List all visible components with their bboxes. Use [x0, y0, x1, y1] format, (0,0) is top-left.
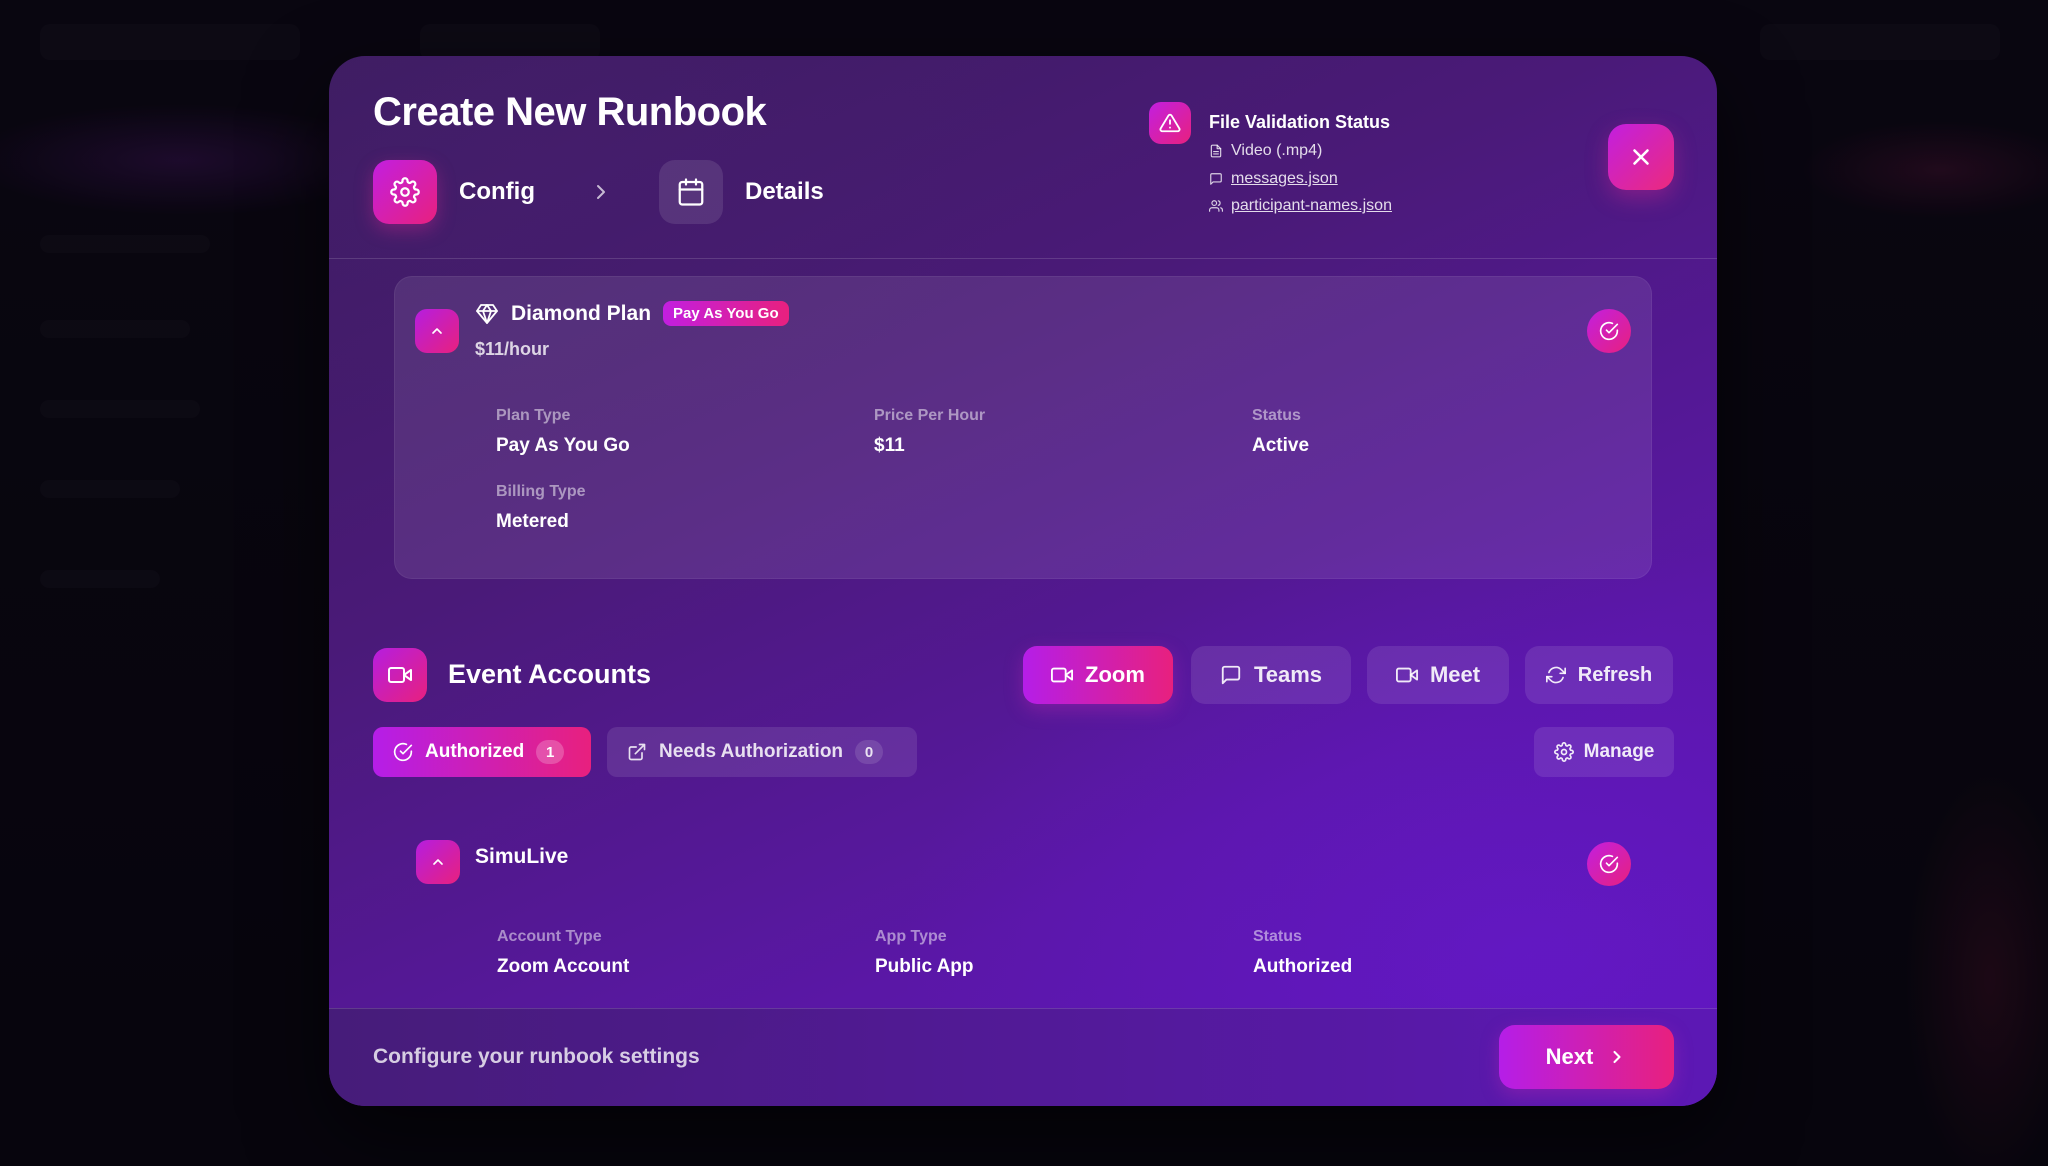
tab-label: Needs Authorization: [659, 741, 844, 762]
file-icon: [1210, 144, 1222, 158]
plan-collapse-button[interactable]: [415, 309, 459, 353]
check-circle-icon: [393, 742, 413, 762]
validation-file-link[interactable]: messages.json: [1231, 170, 1338, 188]
validation-file-label: Video (.mp4): [1231, 142, 1323, 159]
provider-zoom-button[interactable]: Zoom: [1023, 646, 1173, 704]
refresh-icon: [1545, 666, 1566, 684]
chevron-up-icon: [432, 328, 442, 334]
video-camera-icon: [1051, 667, 1074, 683]
close-button[interactable]: [1608, 124, 1674, 190]
close-icon: [1633, 149, 1649, 165]
plan-header: Diamond Plan Pay As You Go: [475, 301, 789, 326]
modal-header: Create New Runbook Config Details File V…: [329, 56, 1717, 259]
field-value: Public App: [875, 956, 974, 977]
account-field: Status Authorized: [1253, 928, 1352, 978]
field-label: Plan Type: [496, 407, 571, 424]
plan-field: Price Per Hour $11: [874, 407, 985, 457]
check-circle-icon: [1599, 854, 1619, 874]
video-camera-icon: [373, 648, 427, 702]
field-value: Authorized: [1253, 956, 1353, 977]
chevron-up-icon: [433, 859, 443, 865]
step-details-label: Details: [745, 178, 824, 205]
gear-icon: [373, 160, 437, 224]
chevron-right-icon: [1613, 1050, 1621, 1064]
field-label: Billing Type: [496, 483, 586, 500]
account-selected-check[interactable]: [1587, 842, 1631, 886]
plan-price: $11/hour: [475, 339, 550, 359]
manage-button[interactable]: Manage: [1534, 727, 1674, 777]
validation-title: File Validation Status: [1209, 112, 1391, 132]
step-details[interactable]: Details: [659, 160, 824, 224]
manage-label: Manage: [1583, 741, 1655, 762]
plan-name: Diamond Plan: [511, 301, 652, 325]
event-accounts-title: Event Accounts: [448, 659, 652, 689]
account-field: App Type Public App: [875, 928, 974, 978]
tab-count-badge: 0: [855, 740, 884, 764]
diamond-icon: [476, 303, 498, 324]
account-collapse-button[interactable]: [416, 840, 460, 884]
field-value: Metered: [496, 511, 569, 532]
video-camera-icon: [1395, 667, 1418, 683]
provider-label: Meet: [1429, 662, 1481, 687]
field-label: Account Type: [497, 928, 602, 945]
message-icon: [1210, 173, 1222, 185]
refresh-button[interactable]: Refresh: [1525, 646, 1673, 704]
validation-file-participants[interactable]: participant-names.json: [1209, 197, 1392, 215]
provider-meet-button[interactable]: Meet: [1367, 646, 1509, 704]
next-label: Next: [1545, 1044, 1594, 1069]
calendar-icon: [659, 160, 723, 224]
field-value: Active: [1252, 435, 1310, 456]
chat-icon: [1221, 665, 1241, 685]
create-runbook-modal: Create New Runbook Config Details File V…: [329, 56, 1717, 1106]
plan-field: Status Active: [1252, 407, 1309, 457]
tab-authorized[interactable]: Authorized 1: [373, 727, 591, 777]
tab-label: Authorized: [425, 741, 525, 762]
gear-icon: [1553, 742, 1574, 762]
step-config-label: Config: [459, 178, 535, 205]
check-circle-icon: [1599, 321, 1619, 341]
plan-badge: Pay As You Go: [663, 301, 789, 326]
users-icon: [1209, 200, 1223, 212]
field-label: Price Per Hour: [874, 407, 986, 424]
field-label: Status: [1252, 407, 1301, 424]
tab-needs-authorization[interactable]: Needs Authorization 0: [607, 727, 917, 777]
provider-label: Zoom: [1085, 662, 1145, 687]
field-value: Zoom Account: [497, 956, 630, 977]
plan-selected-check[interactable]: [1587, 309, 1631, 353]
refresh-label: Refresh: [1577, 663, 1653, 686]
next-button[interactable]: Next: [1499, 1025, 1674, 1089]
provider-teams-button[interactable]: Teams: [1191, 646, 1351, 704]
step-config[interactable]: Config: [373, 160, 535, 224]
account-name: SimuLive: [475, 845, 569, 868]
chevron-right-icon: [589, 180, 613, 209]
warning-icon: [1149, 102, 1191, 144]
validation-file-messages[interactable]: messages.json: [1209, 170, 1338, 188]
provider-label: Teams: [1253, 662, 1323, 687]
account-field: Account Type Zoom Account: [497, 928, 629, 978]
field-value: $11: [874, 435, 905, 456]
tab-count-badge: 1: [536, 740, 565, 764]
plan-card: Diamond Plan Pay As You Go $11/hour Plan…: [394, 276, 1652, 579]
external-link-icon: [628, 743, 646, 761]
modal-footer: Configure your runbook settings Next: [329, 1008, 1717, 1106]
plan-field: Billing Type Metered: [496, 483, 585, 533]
field-label: Status: [1253, 928, 1302, 945]
field-label: App Type: [875, 928, 947, 945]
modal-title: Create New Runbook: [373, 90, 767, 134]
field-value: Pay As You Go: [496, 435, 630, 456]
footer-hint: Configure your runbook settings: [373, 1045, 700, 1068]
validation-file-video: Video (.mp4): [1209, 142, 1322, 160]
plan-field: Plan Type Pay As You Go: [496, 407, 630, 457]
validation-file-link[interactable]: participant-names.json: [1231, 197, 1392, 215]
